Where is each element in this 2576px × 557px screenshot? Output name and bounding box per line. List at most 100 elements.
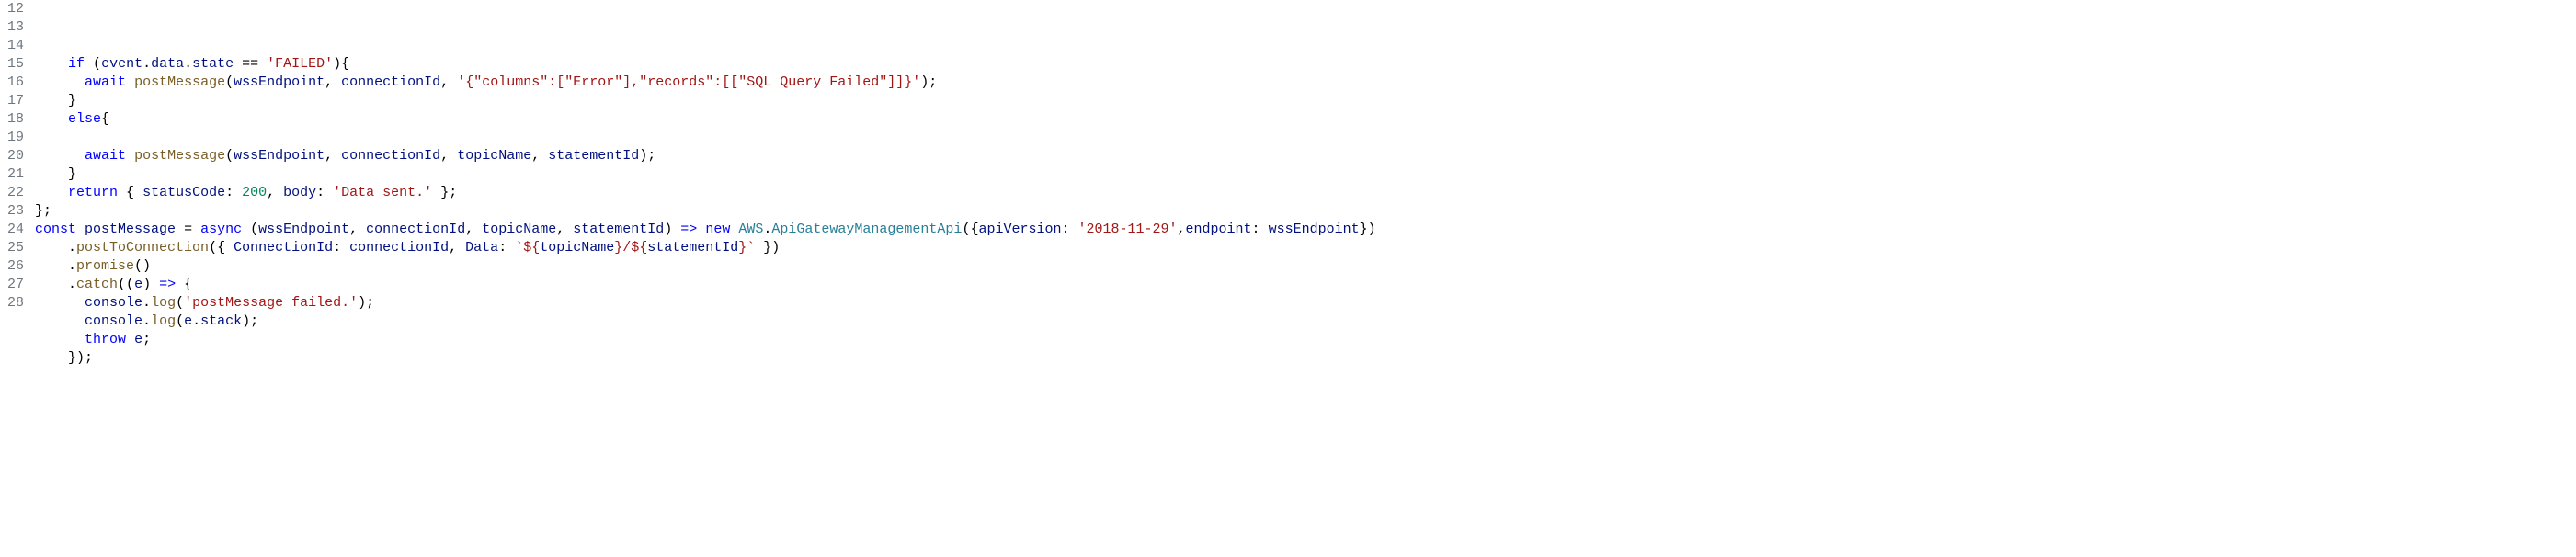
token-plain: }) xyxy=(755,240,780,256)
token-prop: e xyxy=(134,277,142,292)
token-plain: , xyxy=(440,74,457,90)
token-prop: stack xyxy=(200,313,242,329)
line-number: 14 xyxy=(7,37,24,55)
token-str: }` xyxy=(738,240,755,256)
token-plain: }; xyxy=(432,185,457,200)
code-line[interactable]: } xyxy=(35,165,2576,184)
token-plain: ); xyxy=(242,313,258,329)
code-line[interactable]: throw e; xyxy=(35,331,2576,349)
token-prop: state xyxy=(192,56,234,72)
token-plain: { xyxy=(176,277,192,292)
code-line[interactable]: console.log('postMessage failed.'); xyxy=(35,294,2576,313)
line-number: 16 xyxy=(7,74,24,92)
token-plain: ; xyxy=(142,332,151,347)
token-str: 'Data sent.' xyxy=(333,185,432,200)
token-plain xyxy=(35,313,85,329)
token-prop: postMessage xyxy=(85,222,176,237)
token-plain: . xyxy=(192,313,200,329)
token-plain xyxy=(126,74,134,90)
token-plain: ); xyxy=(920,74,937,90)
token-func: promise xyxy=(76,258,134,274)
token-plain xyxy=(35,185,68,200)
token-plain: ( xyxy=(225,74,234,90)
token-func: postMessage xyxy=(134,74,225,90)
token-plain: , xyxy=(325,74,341,90)
code-line[interactable] xyxy=(35,129,2576,147)
token-prop: wssEndpoint xyxy=(234,148,325,164)
token-plain: ); xyxy=(639,148,655,164)
code-line[interactable]: await postMessage(wssEndpoint, connectio… xyxy=(35,147,2576,165)
token-plain: { xyxy=(118,185,142,200)
code-line[interactable]: else{ xyxy=(35,110,2576,129)
token-prop: wssEndpoint xyxy=(258,222,349,237)
token-plain: . xyxy=(142,56,151,72)
line-number: 17 xyxy=(7,92,24,110)
code-line[interactable]: await postMessage(wssEndpoint, connectio… xyxy=(35,74,2576,92)
token-plain: }); xyxy=(35,350,93,366)
token-prop: e xyxy=(134,332,142,347)
token-kw: return xyxy=(68,185,118,200)
line-number: 25 xyxy=(7,239,24,257)
token-plain: ) xyxy=(664,222,680,237)
token-kw: else xyxy=(68,111,101,127)
code-line[interactable]: } xyxy=(35,92,2576,110)
token-func: catch xyxy=(76,277,118,292)
line-number: 13 xyxy=(7,18,24,37)
token-plain xyxy=(76,222,85,237)
code-line[interactable]: return { statusCode: 200, body: 'Data se… xyxy=(35,184,2576,202)
code-area[interactable]: if (event.data.state == 'FAILED'){ await… xyxy=(35,0,2576,368)
token-kw: await xyxy=(85,74,126,90)
code-line[interactable]: }; xyxy=(35,202,2576,221)
token-plain: ); xyxy=(358,295,374,311)
token-plain: } xyxy=(35,93,76,108)
code-line[interactable]: }); xyxy=(35,349,2576,368)
line-number: 12 xyxy=(7,0,24,18)
token-prop: wssEndpoint xyxy=(234,74,325,90)
token-str: }/${ xyxy=(614,240,647,256)
line-number: 26 xyxy=(7,257,24,276)
token-prop: statementId xyxy=(647,240,738,256)
line-number: 23 xyxy=(7,202,24,221)
token-plain: () xyxy=(134,258,151,274)
token-kw: async xyxy=(200,222,242,237)
token-func: postMessage xyxy=(134,148,225,164)
token-plain: . xyxy=(142,313,151,329)
token-prop: topicName xyxy=(457,148,531,164)
code-editor[interactable]: 1213141516171819202122232425262728 if (e… xyxy=(0,0,2576,368)
token-plain: . xyxy=(184,56,192,72)
token-kw: const xyxy=(35,222,76,237)
token-plain: , xyxy=(465,222,482,237)
code-line[interactable]: if (event.data.state == 'FAILED'){ xyxy=(35,55,2576,74)
code-line[interactable]: .catch((e) => { xyxy=(35,276,2576,294)
token-prop: connectionId xyxy=(349,240,449,256)
token-func: log xyxy=(151,295,176,311)
token-prop: ConnectionId xyxy=(234,240,333,256)
token-str: '{"columns":["Error"],"records":[["SQL Q… xyxy=(457,74,920,90)
line-number: 19 xyxy=(7,129,24,147)
code-line[interactable]: console.log(e.stack); xyxy=(35,313,2576,331)
token-kw: => xyxy=(680,222,697,237)
token-plain: = xyxy=(176,222,200,237)
token-plain: }; xyxy=(35,203,51,219)
token-num: 200 xyxy=(242,185,267,200)
token-prop: wssEndpoint xyxy=(1269,222,1360,237)
line-number: 20 xyxy=(7,147,24,165)
token-prop: e xyxy=(184,313,192,329)
token-plain: : xyxy=(1061,222,1077,237)
token-plain: ( xyxy=(85,56,101,72)
token-prop: data xyxy=(151,56,184,72)
token-plain xyxy=(730,222,738,237)
code-line[interactable]: const postMessage = async (wssEndpoint, … xyxy=(35,221,2576,239)
token-prop: statementId xyxy=(548,148,639,164)
token-plain xyxy=(126,148,134,164)
token-plain: ( xyxy=(176,313,184,329)
token-plain: . xyxy=(142,295,151,311)
token-plain: , xyxy=(349,222,366,237)
token-prop: connectionId xyxy=(341,148,440,164)
token-func: postToConnection xyxy=(76,240,209,256)
line-number: 22 xyxy=(7,184,24,202)
token-plain: , xyxy=(440,148,457,164)
code-line[interactable]: .promise() xyxy=(35,257,2576,276)
code-line[interactable]: .postToConnection({ ConnectionId: connec… xyxy=(35,239,2576,257)
token-plain xyxy=(35,148,85,164)
